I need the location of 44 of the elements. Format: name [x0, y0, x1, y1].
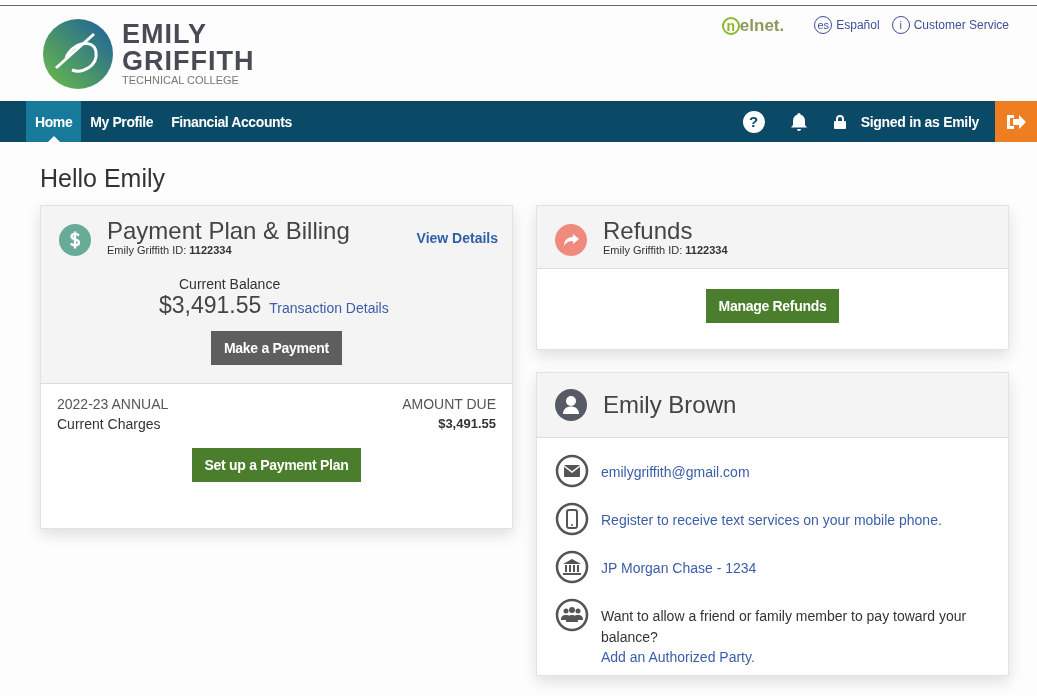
- add-authorized-party-link[interactable]: Add an Authorized Party.: [601, 647, 990, 668]
- payment-plan-button[interactable]: Set up a Payment Plan: [191, 448, 362, 483]
- college-name: EMILY: [122, 21, 209, 48]
- student-id: Emily Griffith ID: 1122334: [107, 244, 233, 257]
- sign-out-button[interactable]: [995, 101, 1037, 142]
- college-name: GRIFFITH: [122, 48, 255, 75]
- people-icon: [555, 598, 589, 633]
- profile-name: Emily Brown: [603, 392, 737, 419]
- manage-refunds-button[interactable]: Manage Refunds: [705, 289, 840, 324]
- partner-logo-text: elnet.: [739, 16, 785, 36]
- nav-tab[interactable]: Financial Accounts: [162, 101, 301, 142]
- signed-in-label: Signed in as Emily: [860, 113, 979, 130]
- college-logo-icon: [42, 17, 114, 90]
- college-subtitle: TECHNICAL COLLEGE: [122, 75, 240, 86]
- nav-tab[interactable]: Home: [26, 101, 82, 142]
- balance-label: Current Balance: [179, 276, 281, 293]
- charges-label: Current Charges: [57, 416, 162, 433]
- contact-link[interactable]: JP Morgan Chase - 1234: [601, 558, 757, 579]
- dollar-icon: [59, 224, 91, 256]
- card-title: Payment Plan & Billing: [107, 218, 351, 245]
- authorized-party-prompt: Want to allow a friend or family member to pay toward your balance?: [601, 607, 968, 647]
- view-details-link[interactable]: View Details: [416, 230, 498, 246]
- balance-amount: $3,491.55: [159, 292, 262, 320]
- bank-icon: [555, 550, 589, 585]
- amount-due-label: AMOUNT DUE: [402, 396, 496, 413]
- contact-link[interactable]: Register to receive text services on your mobile phone.: [601, 510, 942, 531]
- partner-logo-mark: n: [721, 17, 740, 35]
- lock-icon: [832, 113, 847, 130]
- phone-icon: [555, 502, 589, 537]
- make-payment-button[interactable]: Make a Payment: [211, 331, 342, 366]
- contact-link[interactable]: emilygriffith@gmail.com: [601, 462, 750, 483]
- header-link[interactable]: i Customer Service: [891, 16, 1009, 34]
- term-label: 2022-23 ANNUAL: [57, 396, 169, 413]
- help-button[interactable]: ?: [742, 110, 765, 133]
- amount-due: $3,491.55: [438, 416, 496, 432]
- header-link[interactable]: es Español: [814, 16, 880, 34]
- envelope-icon: [555, 454, 589, 489]
- bell-icon[interactable]: [788, 111, 809, 132]
- card-title: Refunds: [603, 218, 694, 245]
- greeting: Hello Emily: [40, 164, 167, 193]
- transaction-details-link[interactable]: Transaction Details: [269, 300, 389, 317]
- person-icon: [555, 389, 587, 422]
- student-id: Emily Griffith ID: 1122334: [603, 244, 729, 257]
- nav-tab[interactable]: My Profile: [81, 101, 163, 142]
